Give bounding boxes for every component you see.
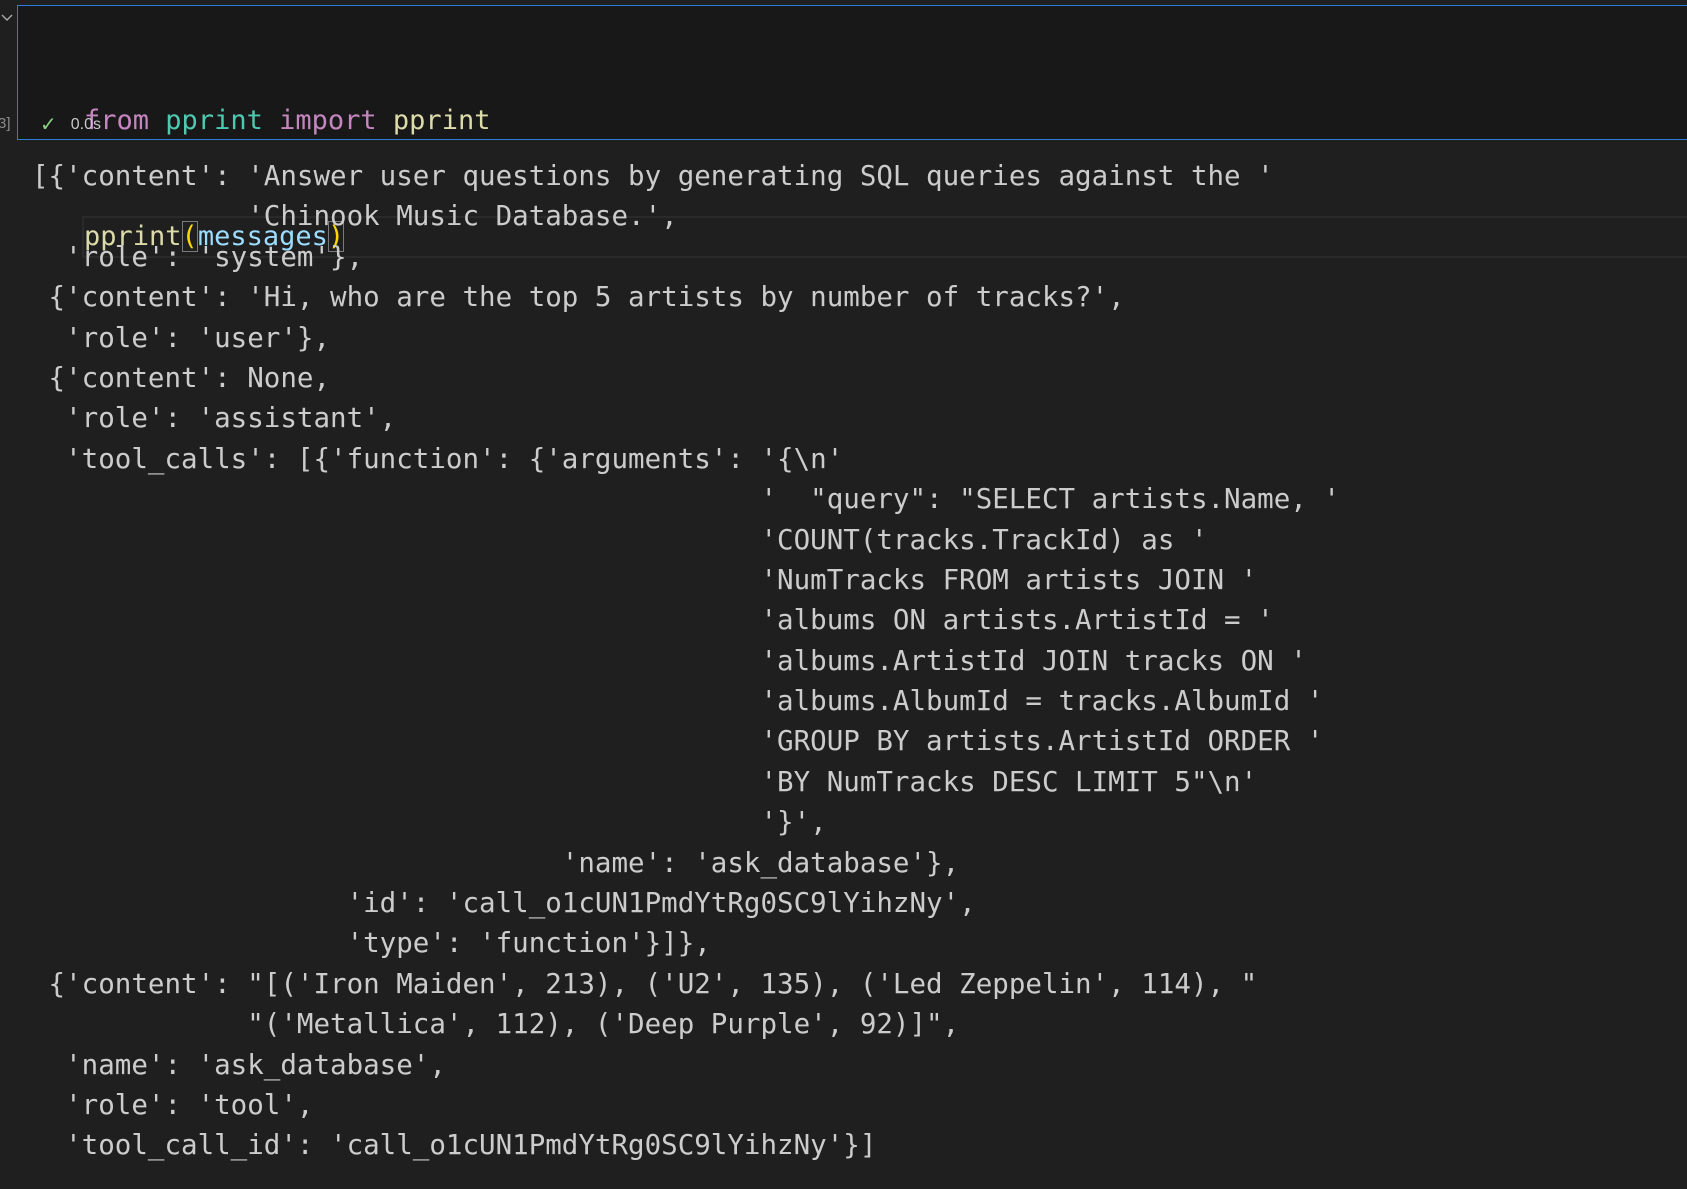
output-line: 'role': 'user'}, (32, 321, 331, 354)
module-name: pprint (165, 105, 263, 136)
cell-output: [{'content': 'Answer user questions by g… (32, 156, 1340, 1166)
code-cell[interactable]: from pprint import pprint pprint(message… (17, 5, 1687, 258)
output-line: 'id': 'call_o1cUN1PmdYtRg0SC9lYihzNy', (32, 887, 976, 920)
output-line: 'name': 'ask_database', (32, 1048, 446, 1081)
execution-count: 3] (0, 115, 11, 132)
output-line: 'Chinook Music Database.', (32, 200, 678, 233)
execution-duration: 0.0s (70, 115, 102, 133)
output-line: '}', (32, 806, 827, 839)
output-line: {'content': "[('Iron Maiden', 213), ('U2… (32, 967, 1258, 1000)
output-line: 'albums ON artists.ArtistId = ' (32, 604, 1274, 637)
code-line: from pprint import pprint (84, 102, 1687, 140)
output-line: 'role': 'assistant', (32, 402, 397, 435)
output-line: {'content': None, (32, 361, 331, 394)
cell-status: ✓ 0.0s (40, 112, 101, 137)
imported-name: pprint (392, 105, 491, 136)
output-line: 'tool_calls': [{'function': {'arguments'… (32, 442, 844, 475)
output-line: 'name': 'ask_database'}, (32, 846, 960, 879)
output-line: 'role': 'tool', (32, 1088, 314, 1121)
output-line: {'content': 'Hi, who are the top 5 artis… (32, 281, 1125, 314)
output-line: 'BY NumTracks DESC LIMIT 5"\n' (32, 765, 1258, 798)
output-line: 'GROUP BY artists.ArtistId ORDER ' (32, 725, 1324, 758)
output-line: ' "query": "SELECT artists.Name, ' (32, 483, 1340, 516)
output-line: 'role': 'system'}, (32, 240, 364, 273)
output-line: 'albums.ArtistId JOIN tracks ON ' (32, 644, 1307, 677)
check-icon: ✓ (40, 114, 57, 136)
keyword-import: import (279, 105, 377, 136)
output-line: 'albums.AlbumId = tracks.AlbumId ' (32, 685, 1324, 718)
output-line: 'COUNT(tracks.TrackId) as ' (32, 523, 1208, 556)
output-line: 'NumTracks FROM artists JOIN ' (32, 563, 1258, 596)
output-line: 'type': 'function'}]}, (32, 927, 711, 960)
output-line: [{'content': 'Answer user questions by g… (32, 160, 1274, 192)
output-line: 'tool_call_id': 'call_o1cUN1PmdYtRg0SC9l… (32, 1129, 877, 1162)
output-line: "('Metallica', 112), ('Deep Purple', 92)… (32, 1008, 960, 1041)
collapse-chevron-icon[interactable] (0, 10, 14, 24)
